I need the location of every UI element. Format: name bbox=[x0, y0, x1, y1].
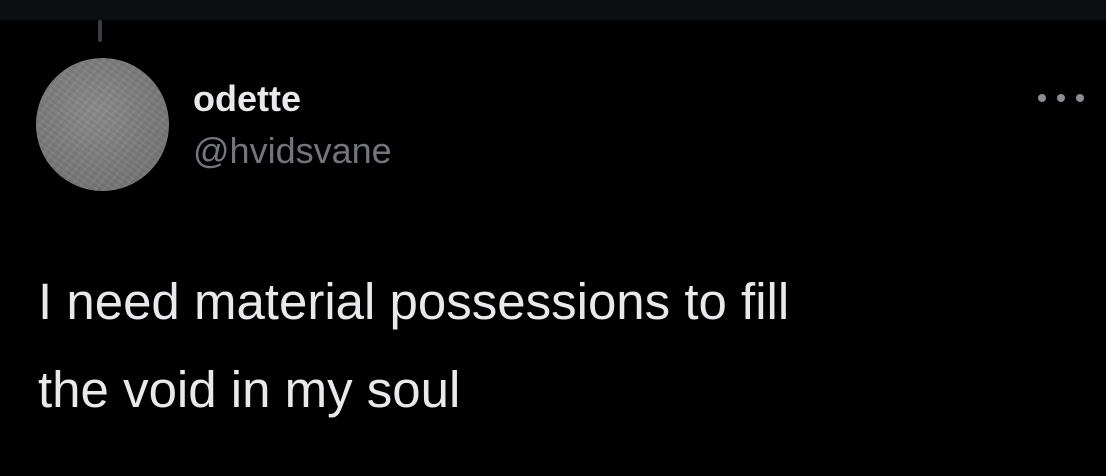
author-handle[interactable]: @hvidsvane bbox=[193, 130, 392, 172]
author-display-name[interactable]: odette bbox=[193, 78, 301, 120]
tweet-text: I need material possessions to fill the … bbox=[38, 273, 790, 418]
more-horizontal-icon-dot bbox=[1076, 94, 1084, 102]
thread-connector-line bbox=[98, 20, 102, 42]
more-horizontal-icon bbox=[1038, 94, 1046, 102]
more-options-button[interactable] bbox=[1034, 86, 1088, 110]
previous-tweet-edge bbox=[0, 0, 1106, 20]
avatar[interactable] bbox=[36, 58, 169, 191]
more-horizontal-icon-dot bbox=[1057, 94, 1065, 102]
